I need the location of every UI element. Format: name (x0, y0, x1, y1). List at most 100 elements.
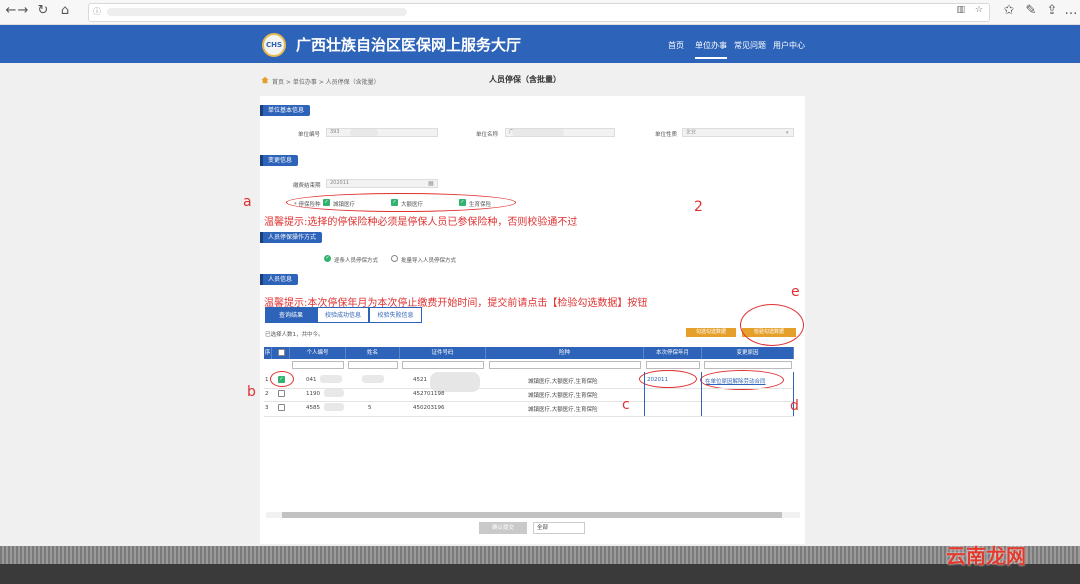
th-month: 本次停保年月 (644, 347, 702, 359)
row3-person-id: 4585 (306, 405, 320, 411)
blurred-text (430, 372, 480, 392)
blurred-text (512, 129, 564, 136)
checkbox-select-all[interactable] (278, 349, 285, 356)
unit-type-label: 单位性质 (655, 132, 678, 138)
blurred-text (324, 389, 344, 397)
option-batch: 批量导入人员停保方式 (401, 258, 457, 264)
th-name: 姓名 (346, 347, 400, 359)
option-single: 逐条人员停保方式 (334, 258, 379, 264)
select-all-button[interactable]: 勾选勾选数据 (686, 328, 736, 337)
more-icon[interactable]: … (1062, 3, 1080, 18)
end-date-field[interactable]: 202011 (326, 179, 438, 188)
nav-home[interactable]: 首页 (668, 40, 684, 51)
section-change-info: 变更信息 (260, 155, 299, 166)
row2-checkbox[interactable] (278, 390, 285, 397)
url-text (107, 8, 407, 16)
row3-checkbox[interactable] (278, 404, 285, 411)
info-icon: ⓘ (93, 7, 101, 16)
month-column-border (644, 372, 702, 416)
annotation-c: c (622, 397, 630, 413)
row1-cert-no: 4521 (413, 377, 427, 383)
row2-seq: 2 (265, 391, 269, 397)
filter-insurance[interactable] (489, 361, 641, 369)
page-size-select[interactable]: 全部 (533, 522, 585, 534)
breadcrumb: 首页 > 单位办事 > 人员停保（含批量） (272, 79, 380, 86)
section-people: 人员信息 (260, 274, 299, 285)
taskbar (0, 564, 1080, 584)
th-person-id: 个人编号 (290, 347, 346, 359)
reason-column-border (702, 372, 794, 416)
row-divider (264, 416, 794, 417)
row1-seq: 1 (265, 377, 269, 383)
filter-name[interactable] (348, 361, 398, 369)
tab-verify-success[interactable]: 校验成功信息 (317, 307, 369, 323)
decorative-strip (0, 546, 1080, 564)
tab-verify-fail[interactable]: 校验失败信息 (369, 307, 422, 323)
th-insurance: 险种 (486, 347, 644, 359)
chs-logo: CHS (262, 33, 286, 57)
browser-toolbar: ← → ↻ ⌂ ⓘ ▥ ☆ ✩ ✎ ⇪ … (0, 0, 1080, 25)
th-cert-no: 证件号码 (400, 347, 486, 359)
section-basic-info: 单位基本信息 (260, 105, 311, 116)
annotation-2: 2 (694, 199, 703, 215)
scrollbar-thumb[interactable] (282, 512, 782, 518)
site-header (0, 25, 1080, 63)
row3-cert-no: 450203196 (413, 405, 445, 411)
pen-icon[interactable]: ✎ (1022, 3, 1040, 18)
watermark: 云南龙网 (946, 544, 1026, 568)
blurred-text (320, 375, 342, 383)
favorite-star-icon[interactable]: ☆ (975, 5, 983, 15)
nav-unit-affairs[interactable]: 单位办事 (695, 40, 727, 59)
selected-count: 已选择人数1，共中今。 (265, 332, 324, 338)
radio-single[interactable]: ✓ (324, 255, 331, 262)
annotation-e: e (791, 284, 800, 300)
unit-type-select[interactable]: 企业 (682, 128, 794, 137)
arrow-right-icon[interactable]: → (14, 3, 32, 18)
blurred-text (362, 375, 384, 383)
annotation-ellipse-a (286, 193, 516, 212)
page-title: 人员停保（含批量） (489, 75, 561, 84)
row1-insurance: 城镇医疗,大额医疗,生育保险 (528, 379, 598, 385)
refresh-icon[interactable]: ↻ (34, 3, 52, 18)
tab-query-results[interactable]: 查询结果 (265, 307, 317, 323)
annotation-a: a (243, 194, 252, 210)
row3-name: 5 (368, 405, 372, 411)
annotation-b: b (247, 384, 256, 400)
blurred-text (350, 129, 378, 136)
row2-person-id: 1190 (306, 391, 320, 397)
unit-no-label: 单位编号 (298, 132, 321, 138)
unit-name-label: 单位名称 (476, 132, 499, 138)
row3-seq: 3 (265, 405, 269, 411)
filter-cert-no[interactable] (402, 361, 484, 369)
submit-button[interactable]: 确认提交 (479, 522, 527, 534)
nav-user-center[interactable]: 用户中心 (773, 40, 805, 51)
row1-person-id: 041 (306, 377, 317, 383)
radio-batch[interactable] (391, 255, 398, 262)
share-icon[interactable]: ⇪ (1043, 3, 1061, 18)
breadcrumb-home-icon[interactable] (261, 76, 269, 84)
favorites-icon[interactable]: ✩ (1000, 3, 1018, 18)
row3-insurance: 城镇医疗,大额医疗,生育保险 (528, 407, 598, 413)
blurred-text (324, 403, 344, 411)
row2-cert-no: 452701198 (413, 391, 445, 397)
nav-faq[interactable]: 常见问题 (734, 40, 766, 51)
calendar-icon[interactable]: ▦ (428, 180, 434, 187)
site-title: 广西壮族自治区医保网上服务大厅 (296, 36, 522, 54)
unit-no-field: 393 (326, 128, 438, 137)
home-icon[interactable]: ⌂ (56, 3, 74, 18)
end-date-label: 缴费结束期 (293, 183, 321, 189)
th-seq: 序 (264, 347, 272, 359)
annotation-d: d (790, 398, 799, 414)
filter-person-id[interactable] (292, 361, 344, 369)
annotation-ellipse-b (270, 371, 294, 387)
address-bar[interactable]: ⓘ ▥ ☆ (88, 3, 990, 22)
filter-reason[interactable] (704, 361, 792, 369)
row2-insurance: 城镇医疗,大额医疗,生育保险 (528, 393, 598, 399)
note-insurance: 温馨提示:选择的停保险种必须是停保人员已参保险种，否则校验通不过 (264, 217, 578, 228)
th-reason: 变更原因 (702, 347, 794, 359)
filter-month[interactable] (646, 361, 700, 369)
section-method: 人员停保操作方式 (260, 232, 323, 243)
reader-icon[interactable]: ▥ (956, 5, 965, 15)
chevron-down-icon: ▾ (786, 130, 789, 136)
annotation-ellipse-e (740, 304, 804, 346)
